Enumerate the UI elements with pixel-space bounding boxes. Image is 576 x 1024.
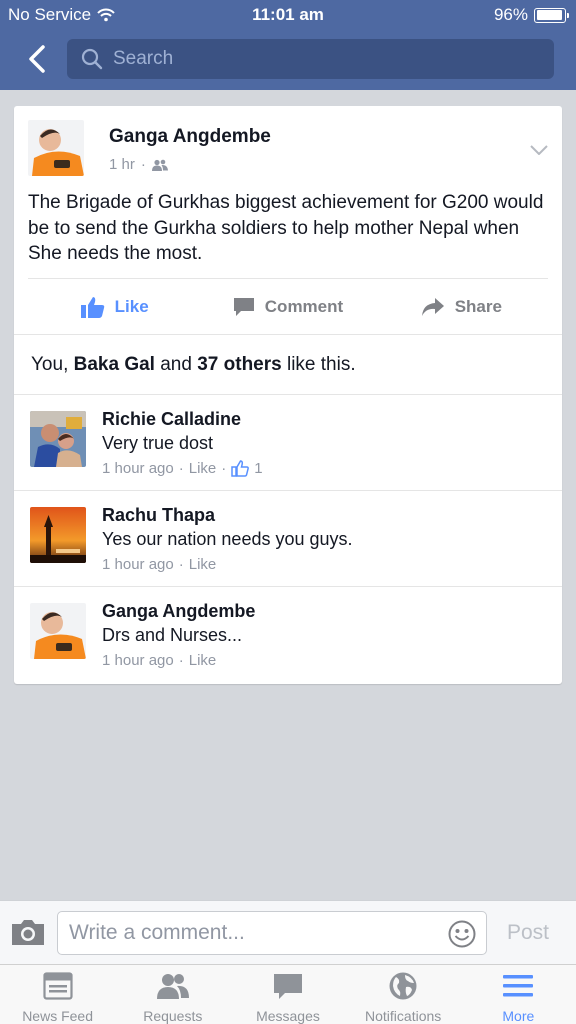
tab-label: Requests <box>143 1008 203 1024</box>
share-icon <box>421 297 444 316</box>
avatar[interactable] <box>28 120 84 176</box>
meta-separator: · <box>178 652 184 669</box>
comment-item: Richie Calladine Very true dost 1 hour a… <box>14 394 562 490</box>
likes-others[interactable]: 37 others <box>197 354 281 376</box>
likes-prefix: You, <box>31 353 74 375</box>
meta-separator: · <box>178 556 184 573</box>
search-icon <box>81 48 103 70</box>
thumbs-up-outline-icon[interactable] <box>231 460 250 477</box>
comment-meta: 1 hour ago · Like · 1 <box>102 460 263 477</box>
requests-icon <box>156 974 189 999</box>
comment-item: Ganga Angdembe Drs and Nurses... 1 hour … <box>14 586 562 682</box>
post-author[interactable]: Ganga Angdembe <box>109 126 271 148</box>
comment-like-button[interactable]: Like <box>189 652 217 669</box>
bottom-tab-bar: News Feed Requests Messages Notification… <box>0 964 576 1024</box>
comment-text: Very true dost <box>102 433 214 453</box>
comment-button[interactable]: Comment <box>201 279 374 334</box>
battery-percent: 96% <box>493 5 528 24</box>
comment-time: 1 hour ago <box>102 460 174 477</box>
emoji-button[interactable] <box>448 920 476 954</box>
comment-time: 1 hour ago <box>102 556 174 573</box>
tab-messages[interactable]: Messages <box>230 965 345 1024</box>
share-button[interactable]: Share <box>375 279 548 334</box>
like-button[interactable]: Like <box>28 279 201 334</box>
tab-label: News Feed <box>22 1008 93 1024</box>
tab-label: More <box>502 1008 535 1024</box>
search-bar[interactable]: Search <box>67 39 554 79</box>
comment-author[interactable]: Ganga Angdembe <box>102 601 255 622</box>
tab-label: Notifications <box>365 1008 442 1024</box>
search-placeholder: Search <box>113 48 174 69</box>
smiley-icon <box>448 920 476 948</box>
tab-notifications[interactable]: Notifications <box>346 965 461 1024</box>
comment-item: Rachu Thapa Yes our nation needs you guy… <box>14 490 562 586</box>
comment-like-button[interactable]: Like <box>189 556 217 573</box>
camera-button[interactable] <box>10 918 46 951</box>
comment-input[interactable]: Write a comment... <box>57 911 487 955</box>
comment-time: 1 hour ago <box>102 652 174 669</box>
share-label: Share <box>454 296 502 316</box>
comment-author[interactable]: Richie Calladine <box>102 409 241 430</box>
avatar[interactable] <box>30 507 86 563</box>
back-button[interactable] <box>22 42 52 76</box>
likes-name[interactable]: Baka Gal <box>74 354 155 376</box>
meta-separator: · <box>178 460 184 477</box>
thumbs-up-icon <box>80 296 104 318</box>
comment-composer: Write a comment... Post <box>0 900 576 964</box>
comment-meta: 1 hour ago · Like <box>102 652 216 669</box>
post-actions: Like Comment Share <box>28 278 548 334</box>
meta-separator: · <box>221 460 227 477</box>
friends-icon <box>151 159 168 171</box>
avatar[interactable] <box>30 411 86 467</box>
top-bar: No Service 11:01 am 96% Search <box>0 0 576 90</box>
likes-summary[interactable]: You, Baka Gal and 37 others like this. <box>14 334 562 394</box>
comment-meta: 1 hour ago · Like <box>102 556 216 573</box>
comment-like-count[interactable]: 1 <box>254 460 262 477</box>
likes-suffix: like this. <box>281 353 356 375</box>
chevron-down-icon <box>530 145 548 156</box>
battery-icon <box>534 7 569 23</box>
status-right: 96% <box>493 5 569 25</box>
globe-icon <box>389 972 417 1000</box>
camera-icon <box>12 920 44 945</box>
post-card: Ganga Angdembe 1 hr · The Brigade of Gur… <box>14 106 562 684</box>
post-header: Ganga Angdembe 1 hr · <box>28 120 548 182</box>
news-feed-icon <box>42 972 73 1000</box>
comment-label: Comment <box>264 296 344 316</box>
comment-icon <box>233 297 254 316</box>
comment-like-button[interactable]: Like <box>189 460 217 477</box>
comment-input-placeholder: Write a comment... <box>69 921 245 944</box>
tab-requests[interactable]: Requests <box>115 965 230 1024</box>
menu-icon <box>503 975 534 997</box>
post-text: The Brigade of Gurkhas biggest achieveme… <box>28 192 544 264</box>
comment-text: Yes our nation needs you guys. <box>102 529 353 549</box>
tab-label: Messages <box>256 1008 320 1024</box>
tab-more[interactable]: More <box>461 965 576 1024</box>
status-bar: No Service 11:01 am 96% <box>0 0 576 30</box>
like-label: Like <box>114 296 149 316</box>
post-options-button[interactable] <box>530 142 548 160</box>
meta-separator: · <box>140 156 146 173</box>
post-meta: 1 hr · <box>109 156 168 173</box>
comment-author[interactable]: Rachu Thapa <box>102 505 215 526</box>
messages-icon <box>273 974 302 999</box>
post-time[interactable]: 1 hr <box>109 156 135 173</box>
comment-text: Drs and Nurses... <box>102 625 243 645</box>
avatar[interactable] <box>30 603 86 659</box>
chevron-left-icon <box>29 45 45 73</box>
clock: 11:01 am <box>252 5 324 24</box>
post-comment-button[interactable]: Post <box>507 921 549 945</box>
tab-news-feed[interactable]: News Feed <box>0 965 115 1024</box>
likes-middle: and <box>154 353 198 375</box>
